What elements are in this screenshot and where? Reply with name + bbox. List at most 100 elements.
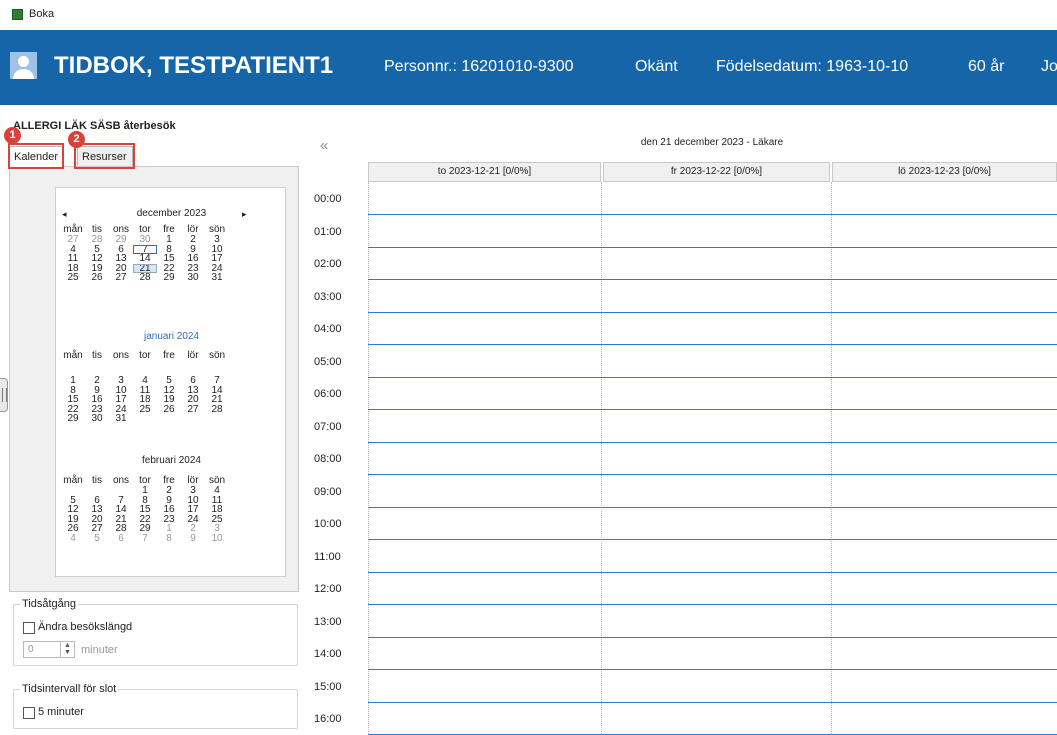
calendar-day[interactable]: 27 bbox=[181, 404, 205, 415]
calendar-day[interactable]: 10 bbox=[205, 533, 229, 544]
hour-line[interactable] bbox=[368, 604, 1057, 605]
header-cutoff-text: Jo bbox=[1041, 58, 1057, 75]
calendar-day bbox=[181, 414, 205, 424]
hour-line[interactable] bbox=[368, 279, 1057, 280]
time-label: 14:00 bbox=[314, 648, 342, 660]
calendar-day[interactable]: 28 bbox=[205, 404, 229, 415]
hour-line[interactable] bbox=[368, 344, 1057, 345]
hour-line[interactable] bbox=[368, 311, 1057, 313]
time-label: 01:00 bbox=[314, 225, 342, 238]
five-minutes-label: 5 minuter bbox=[38, 706, 84, 718]
calendar-day[interactable]: 29 bbox=[61, 414, 85, 424]
andra-besokslangd-checkbox[interactable] bbox=[23, 622, 35, 634]
calendar-day[interactable]: 25 bbox=[133, 404, 157, 415]
collapse-panel-icon[interactable]: « bbox=[320, 137, 328, 154]
weekday-label: ons bbox=[112, 350, 130, 361]
hour-line[interactable] bbox=[368, 669, 1057, 670]
hour-line[interactable] bbox=[368, 246, 1057, 248]
weekday-row: mån tis ons tor fre lör sön bbox=[61, 350, 229, 361]
panel-resize-handle[interactable] bbox=[0, 378, 8, 412]
hour-line[interactable] bbox=[368, 636, 1057, 638]
calendar-day bbox=[205, 414, 229, 424]
calendar-day[interactable]: 31 bbox=[205, 273, 229, 283]
tidsatgang-legend: Tidsåtgång bbox=[20, 598, 79, 610]
time-label: 07:00 bbox=[314, 420, 342, 433]
time-label: 11:00 bbox=[314, 550, 341, 563]
calendar-day[interactable]: 6 bbox=[109, 533, 133, 544]
time-label: 13:00 bbox=[314, 615, 342, 628]
time-label: 09:00 bbox=[314, 485, 342, 498]
month-header-january: januari 2024 bbox=[143, 331, 200, 342]
time-label: 03:00 bbox=[314, 290, 342, 303]
spinner-arrows-icon[interactable]: ▲ ▼ bbox=[60, 642, 74, 657]
time-label: 10:00 bbox=[314, 518, 342, 530]
calendar-day[interactable]: 25 bbox=[61, 273, 85, 283]
calendar-day[interactable]: 30 bbox=[181, 273, 205, 283]
booking-subtitle: ALLERGI LÄK SÄSB återbesök bbox=[13, 120, 176, 132]
weekday-label: mån bbox=[63, 350, 83, 361]
minutes-unit-label: minuter bbox=[81, 644, 118, 656]
title-bar: Boka bbox=[0, 0, 1057, 30]
hour-line[interactable] bbox=[368, 441, 1057, 443]
time-label: 05:00 bbox=[314, 355, 342, 368]
age-label: 60 år bbox=[968, 58, 1005, 75]
month-grid-february: 1 2 3 4 5 6 7 8 9 10 11 12 13 14 15 16 17 18 19 20 21 22 23 24 2… bbox=[61, 486, 229, 543]
five-minutes-checkbox[interactable] bbox=[23, 707, 35, 719]
calendar-day[interactable]: 28 bbox=[133, 273, 157, 283]
calendar-day[interactable]: 30 bbox=[85, 414, 109, 424]
column-divider bbox=[831, 182, 832, 734]
tab-resurser[interactable]: Resurser bbox=[77, 146, 133, 166]
weekday-label: tis bbox=[92, 350, 102, 361]
tidsintervall-legend: Tidsintervall för slot bbox=[20, 683, 119, 695]
calendar-day[interactable]: 26 bbox=[157, 404, 181, 415]
weekday-label: ons bbox=[112, 475, 130, 486]
hour-line[interactable] bbox=[368, 539, 1057, 540]
time-label: 04:00 bbox=[314, 323, 342, 335]
weekday-label: fre bbox=[163, 350, 175, 361]
month-header-december: december 2023 bbox=[136, 208, 207, 219]
time-label: 02:00 bbox=[314, 258, 342, 270]
month-header-february: februari 2024 bbox=[142, 455, 201, 466]
calendar-day[interactable]: 5 bbox=[85, 533, 109, 544]
day-header[interactable]: fr 2023-12-22 [0/0%] bbox=[603, 162, 830, 182]
hour-line[interactable] bbox=[368, 701, 1057, 703]
time-label: 06:00 bbox=[314, 388, 342, 400]
hour-line[interactable] bbox=[368, 409, 1057, 410]
calendar-day[interactable]: 8 bbox=[157, 533, 181, 544]
column-divider bbox=[368, 182, 369, 734]
hour-line[interactable] bbox=[368, 474, 1057, 475]
time-label: 08:00 bbox=[314, 453, 342, 465]
time-label: 00:00 bbox=[314, 193, 342, 205]
personnr-label: Personnr.: 16201010-9300 bbox=[384, 58, 574, 75]
time-label: 12:00 bbox=[314, 583, 342, 595]
hour-line[interactable] bbox=[368, 214, 1057, 215]
day-header[interactable]: lö 2023-12-23 [0/0%] bbox=[832, 162, 1057, 182]
visit-length-spinner[interactable]: 0 ▲ ▼ bbox=[23, 641, 75, 658]
patient-header: TIDBOK, TESTPATIENT1 Personnr.: 16201010… bbox=[0, 30, 1057, 105]
weekday-label: lör bbox=[187, 350, 199, 361]
calendar-day[interactable]: 7 bbox=[133, 533, 157, 544]
calendar-day[interactable]: 4 bbox=[61, 533, 85, 544]
hour-line[interactable] bbox=[368, 506, 1057, 508]
calendar-widget: ◂ december 2023 ▸ mån tis ons tor fre lör sön … bbox=[55, 187, 286, 577]
tab-kalender[interactable]: Kalender bbox=[9, 146, 63, 167]
calendar-day[interactable]: 31 bbox=[109, 414, 133, 424]
hour-line[interactable] bbox=[368, 376, 1057, 378]
day-header[interactable]: to 2023-12-21 [0/0%] bbox=[368, 162, 601, 182]
weekday-label: mån bbox=[63, 475, 83, 486]
calendar-day[interactable]: 9 bbox=[181, 533, 205, 544]
calendar-day[interactable]: 26 bbox=[85, 273, 109, 283]
andra-besokslangd-label: Ändra besökslängd bbox=[38, 621, 133, 633]
app-icon bbox=[12, 9, 23, 20]
weekday-label: tis bbox=[92, 475, 102, 486]
next-month-icon[interactable]: ▸ bbox=[242, 209, 247, 220]
calendar-day bbox=[157, 414, 181, 424]
calendar-day[interactable]: 29 bbox=[157, 273, 181, 283]
hour-line[interactable] bbox=[368, 571, 1057, 573]
birthdate-label: Födelsedatum: 1963-10-10 bbox=[716, 58, 909, 75]
calendar-day bbox=[133, 414, 157, 424]
calendar-day[interactable]: 27 bbox=[109, 273, 133, 283]
time-label: 15:00 bbox=[314, 680, 342, 693]
annotation-marker-1: 1 bbox=[4, 127, 21, 144]
month-grid-january: 1 2 3 4 5 6 7 8 9 10 11 12 13 14 15 16 17 18 19 20 21 22 23 24 2… bbox=[61, 376, 229, 424]
